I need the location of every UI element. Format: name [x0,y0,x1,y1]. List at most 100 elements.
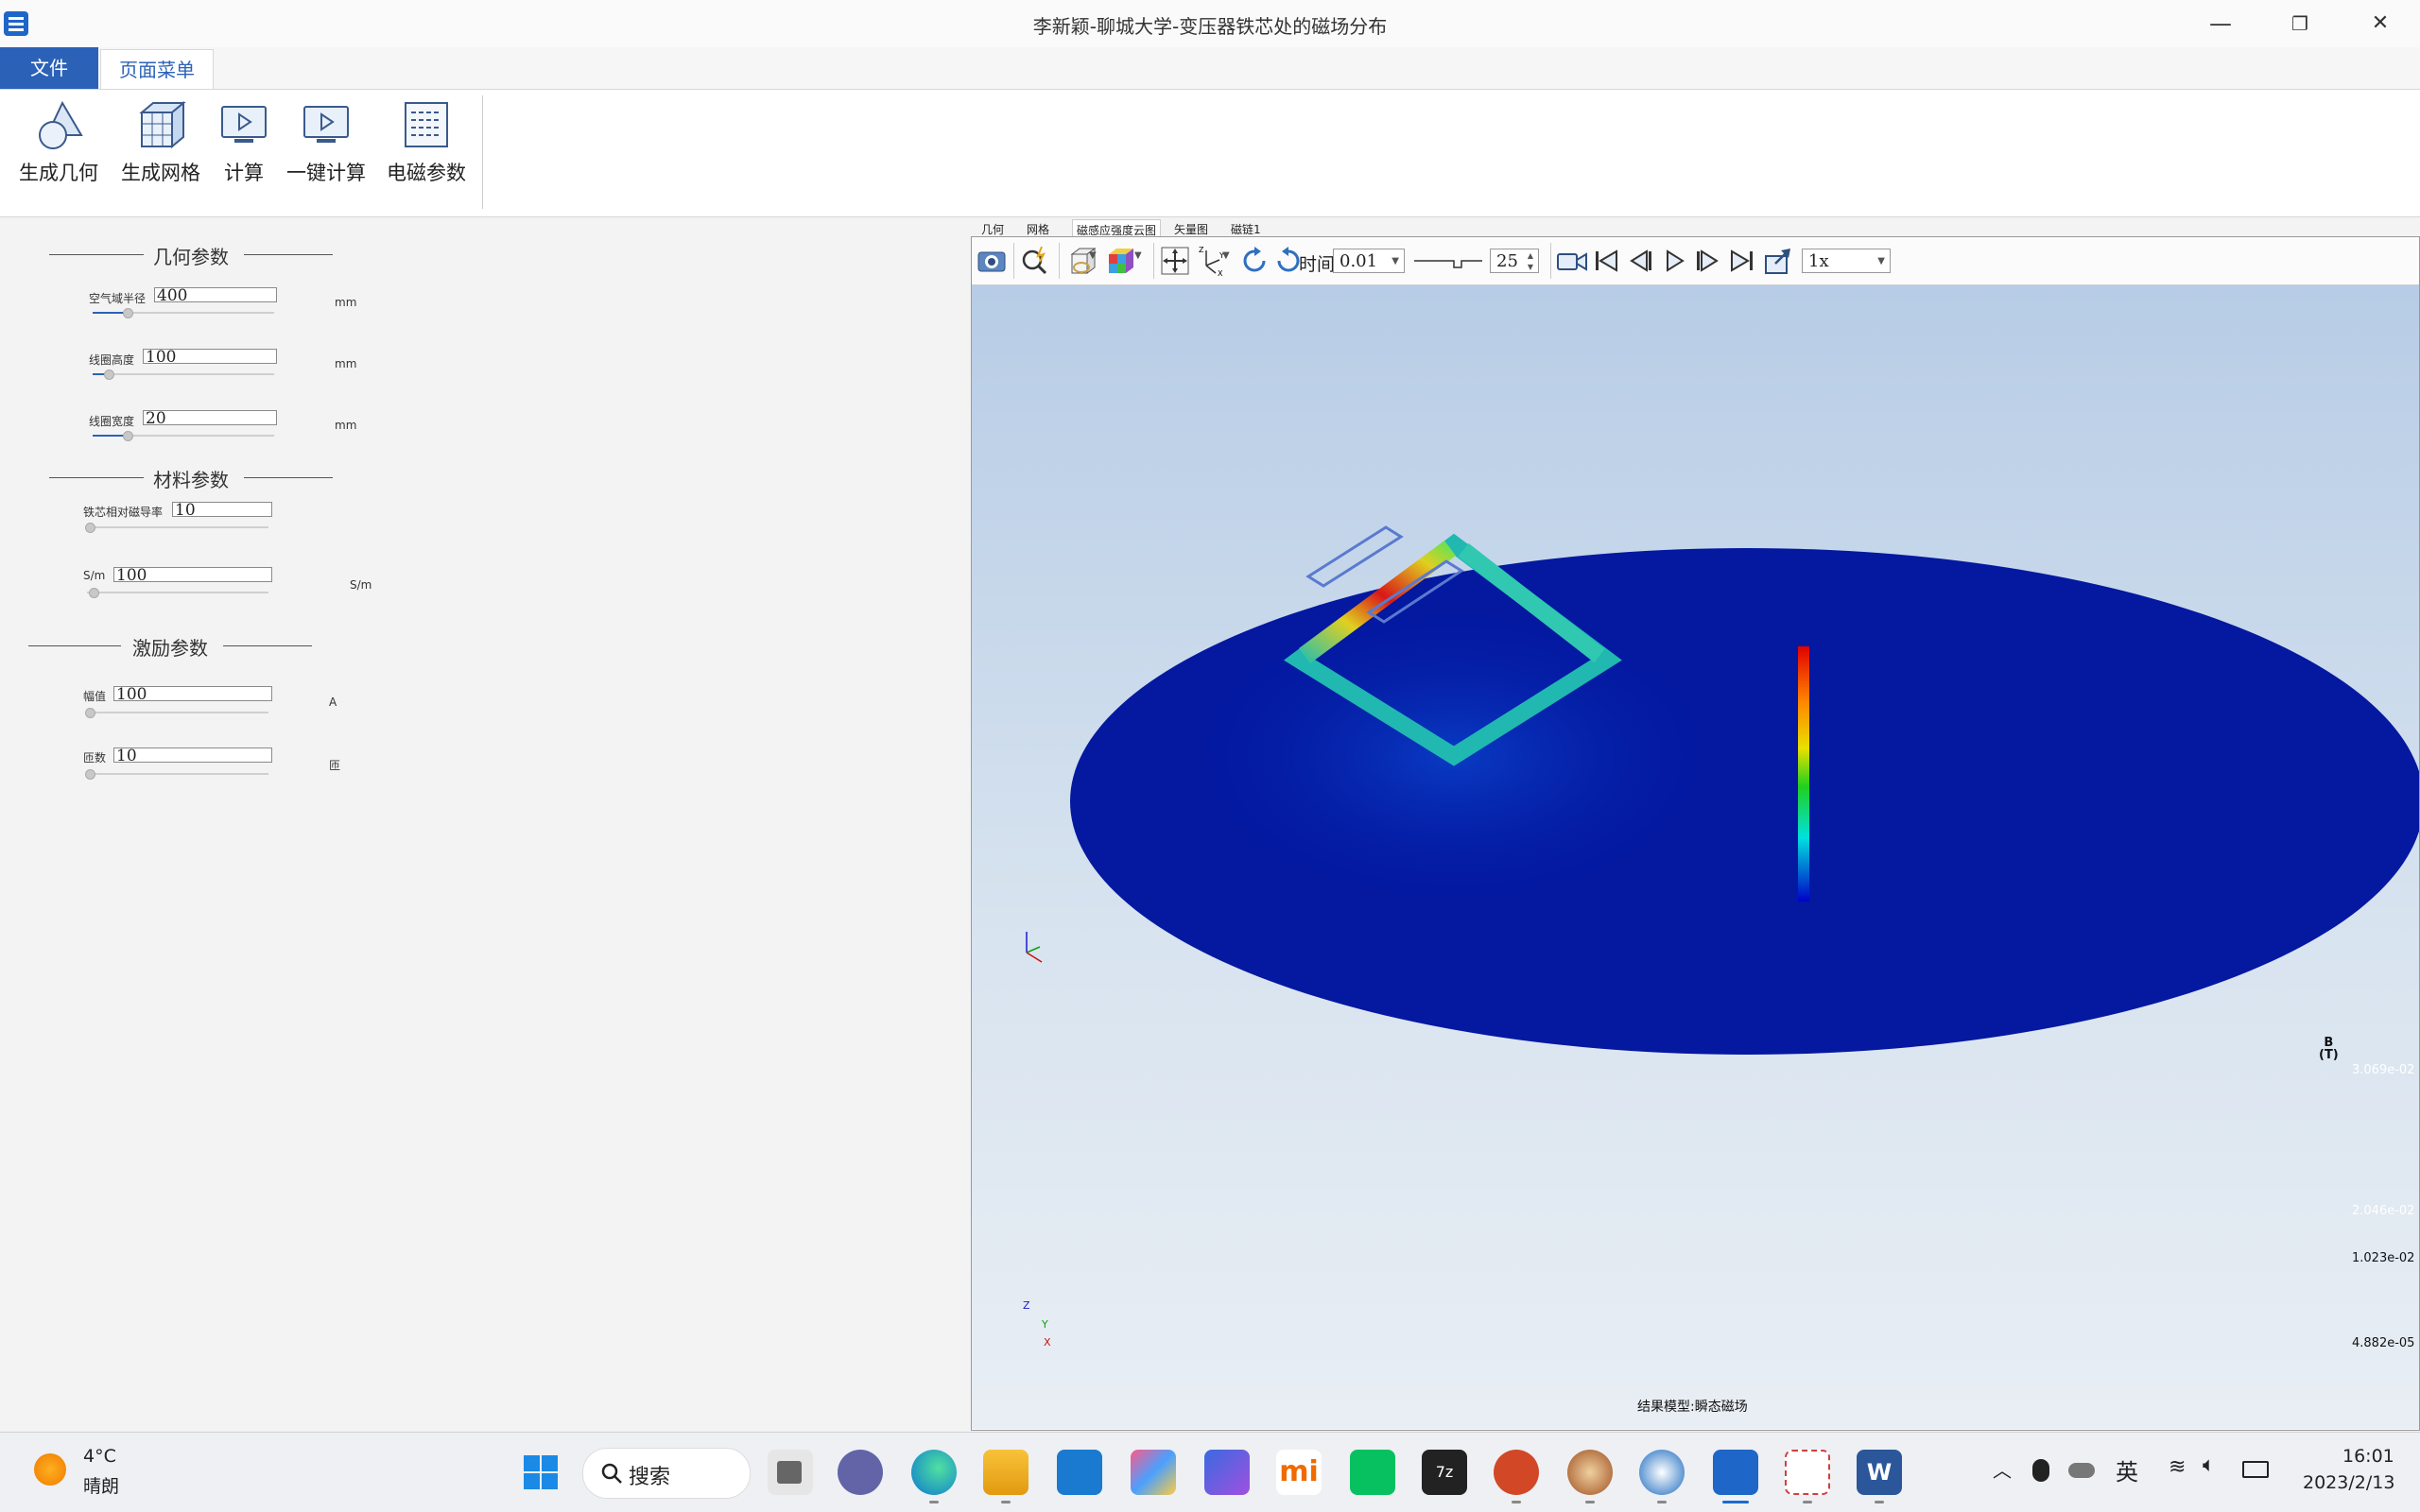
3d-canvas[interactable]: B (T) 3.069e-02 2.046e-02 1.023e-02 4.882… [972,285,2419,1429]
weather-temp[interactable]: 4°C [83,1446,116,1467]
close-button[interactable]: ✕ [2361,8,2399,40]
tab-vector-plot[interactable]: 矢量图 [1174,221,1208,237]
minimize-button[interactable]: — [2202,8,2239,40]
mi-icon[interactable]: mi [1276,1450,1322,1495]
weather-desc[interactable]: 晴朗 [83,1472,119,1498]
ime-indicator[interactable]: 英 [2116,1453,2138,1486]
taskbar-search[interactable]: 搜索 [582,1448,751,1499]
generate-geometry-button[interactable]: 生成几何 [15,99,102,203]
teams-icon[interactable] [838,1450,883,1495]
speed-select[interactable]: 1x ▼ [1802,249,1891,273]
volume-icon[interactable]: 🔈︎ [2203,1453,2215,1477]
air-radius-input[interactable]: 400 [154,287,277,304]
powerpoint-icon[interactable] [1494,1450,1539,1495]
amplitude-input[interactable]: 100 [113,686,272,703]
export-icon[interactable] [1762,245,1794,277]
ribbon-panel: 生成几何 生成网格 计算 一键计算 电磁参数 [0,89,2420,217]
pan-icon[interactable] [1159,245,1191,277]
one-click-compute-button[interactable]: 一键计算 [282,99,371,203]
axis-x-label: X [1044,1336,1051,1349]
task-view-icon[interactable] [768,1450,813,1495]
wechat-icon[interactable] [1350,1450,1395,1495]
colorbar-title: B (T) [2319,1036,2339,1062]
file-explorer-icon[interactable] [983,1450,1028,1495]
record-video-icon[interactable] [1556,245,1588,277]
coil-width-input[interactable]: 20 [143,410,277,427]
restore-button[interactable]: ❐ [2281,8,2319,40]
geometry-section-title: 几何参数 [153,246,229,268]
first-frame-icon[interactable] [1590,245,1622,277]
turns-slider[interactable] [85,769,268,780]
coil-width-slider[interactable] [93,431,274,441]
current-app-taskbar-icon[interactable] [1713,1450,1758,1495]
tab-page-menu[interactable]: 页面菜单 [100,49,214,90]
word-icon[interactable]: W [1857,1450,1902,1495]
frame-value: 25 [1496,251,1518,271]
tab-geometry[interactable]: 几何 [981,221,1004,237]
colorbar-tick-min: 4.882e-05 [2352,1336,2415,1350]
amplitude-slider[interactable] [85,708,268,718]
last-frame-icon[interactable] [1726,245,1758,277]
colorbar [1798,646,1809,902]
frame-spinbox[interactable]: 25 ▲ ▼ [1490,249,1539,273]
amplitude-unit: A [329,696,337,709]
excitation-section-header: 激励参数 [28,633,312,660]
comsol-icon[interactable] [1639,1450,1685,1495]
office-hub-icon[interactable] [1204,1450,1250,1495]
conductivity-slider[interactable] [87,588,268,598]
coil-height-input[interactable]: 100 [143,349,277,366]
tab-file[interactable]: 文件 [0,47,98,89]
7zip-icon[interactable]: 7z [1422,1450,1467,1495]
tab-mesh[interactable]: 网格 [1027,221,1049,237]
compute-label: 计算 [224,162,264,184]
core-permeability-label: 铁芯相对磁导率 [83,506,164,519]
svg-text:Z: Z [1199,246,1204,254]
coil-left [1305,525,1404,588]
clock-time[interactable]: 16:01 [2342,1446,2394,1467]
window-title: 李新颖-聊城大学-变压器铁芯处的磁场分布 [1032,15,1388,38]
edge-icon[interactable] [911,1450,957,1495]
search-icon [601,1463,622,1484]
axes-dropdown-icon[interactable]: ▼ [1222,250,1230,261]
geometry-icon [39,100,83,149]
prev-frame-icon[interactable] [1624,245,1656,277]
time-select[interactable]: 0.01 ▼ [1333,249,1405,273]
rotate-cw-icon[interactable] [1238,245,1270,277]
snipping-tool-icon[interactable] [1785,1450,1830,1495]
coil-height-slider[interactable] [93,369,274,380]
wifi-icon[interactable]: ≋ [2169,1455,2186,1479]
display-mode-dropdown-icon[interactable]: ▼ [1089,250,1097,261]
zoom-fit-icon[interactable] [1019,245,1051,277]
one-click-compute-label: 一键计算 [286,162,366,184]
compute-button[interactable]: 计算 [216,99,272,203]
em-params-button[interactable]: 电磁参数 [382,99,471,203]
core-permeability-slider[interactable] [85,523,268,533]
show-hidden-icons-icon[interactable]: ︿ [1993,1455,2012,1483]
coil-width-unit: mm [335,419,357,432]
qq-tray-icon[interactable] [2032,1459,2049,1482]
weather-sun-icon[interactable] [34,1453,66,1486]
conductivity-input[interactable]: 100 [113,567,272,584]
battery-icon[interactable] [2242,1461,2269,1478]
viewer-toolbar: ▼ ▼ Z Y X ▼ 时间 0.01 ▼ 25 ▲ ▼ 1x ▼ [972,237,2419,285]
photos-icon[interactable] [1131,1450,1176,1495]
onedrive-icon[interactable] [2068,1463,2095,1478]
camera-icon[interactable] [976,245,1008,277]
mesh-icon [139,100,186,149]
material-section-title: 材料参数 [153,469,229,491]
tab-flux-linkage[interactable]: 磁链1 [1231,221,1261,237]
clock-date[interactable]: 2023/2/13 [2303,1472,2394,1493]
parameter-panel: 几何参数 空气域半径 400 mm 线圈高度 100 mm 线圈宽度 20 mm… [0,217,970,1432]
generate-mesh-button[interactable]: 生成网格 [117,99,204,203]
next-frame-icon[interactable] [1692,245,1724,277]
colormap-cube-icon[interactable] [1104,245,1136,277]
colormap-dropdown-icon[interactable]: ▼ [1134,250,1142,261]
core-permeability-input[interactable]: 10 [172,502,272,519]
game-icon[interactable] [1567,1450,1613,1495]
time-slider[interactable] [1410,249,1486,273]
mail-icon[interactable] [1057,1450,1102,1495]
air-radius-slider[interactable] [93,308,274,318]
play-icon[interactable] [1658,245,1690,277]
start-menu-icon[interactable] [518,1450,563,1495]
turns-input[interactable]: 10 [113,747,272,765]
